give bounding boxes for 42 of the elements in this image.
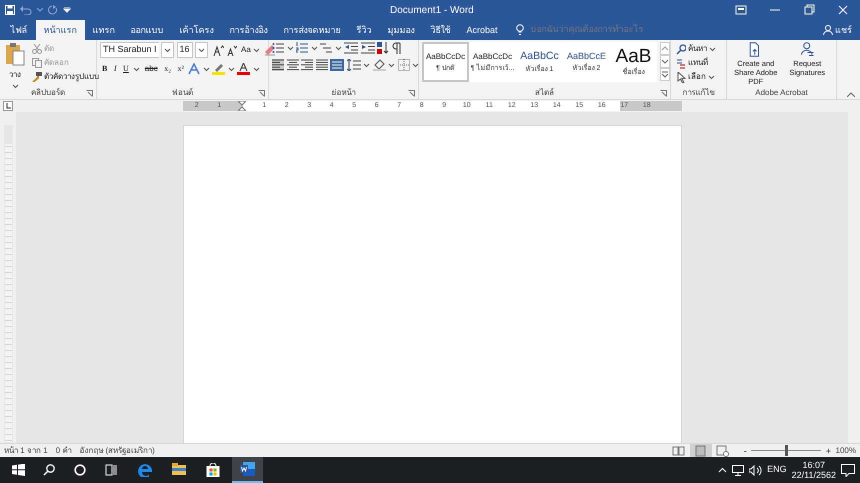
editing-button[interactable]: แทนที่	[674, 56, 723, 70]
ribbon-tab[interactable]: ไฟล์	[2, 20, 36, 40]
clock[interactable]: 16:07 22/11/2562	[792, 460, 836, 480]
font-name-field[interactable]: TH Sarabun I	[100, 42, 159, 58]
change-case-button[interactable]: Aa	[239, 43, 262, 57]
tell-me-field[interactable]: บอกฉันว่าคุณต้องการทำอะไร	[528, 22, 699, 38]
group-label: ย่อหน้า	[332, 87, 356, 99]
zoom-in-button[interactable]: +	[824, 444, 834, 458]
editing-button[interactable]: ค้นหา	[674, 42, 723, 56]
group-label: ฟอนต์	[172, 87, 193, 99]
ribbon-tab[interactable]: เค้าโครง	[172, 20, 222, 40]
group-label: Adobe Acrobat	[755, 87, 808, 99]
subscript-button[interactable]: x₂	[162, 62, 173, 76]
paste-button[interactable]: วาง	[3, 42, 27, 87]
strikethrough-button[interactable]: abc	[142, 62, 160, 76]
ribbon-tab[interactable]: รีวิว	[348, 20, 380, 40]
superscript-button[interactable]: x²	[176, 62, 186, 76]
ribbon-tab[interactable]: การอ้างอิง	[222, 20, 276, 40]
ribbon-tab[interactable]: มุมมอง	[380, 20, 422, 40]
ribbon-tab[interactable]: วิธีใช้	[422, 20, 458, 40]
group-label: สไตล์	[535, 87, 554, 99]
ribbon-tab[interactable]: Acrobat	[458, 20, 506, 40]
ribbon-tab[interactable]: ออกแบบ	[122, 20, 172, 40]
font-size-field[interactable]: 16	[176, 42, 193, 58]
editing-button[interactable]: เลือก	[674, 70, 723, 84]
zoom-out-button[interactable]: -	[742, 444, 749, 458]
italic-button[interactable]: I	[112, 62, 119, 76]
format-painter-button[interactable]: ตัวคัดวางรูปแบบ	[30, 70, 101, 84]
zoom-level[interactable]: 100%	[836, 444, 856, 456]
bold-button[interactable]: B	[100, 62, 110, 76]
group-label: คลิปบอร์ด	[31, 87, 65, 99]
page-count[interactable]: หน้า 1 จาก 1	[4, 444, 48, 456]
group-label: การแก้ไข	[682, 87, 714, 99]
ribbon-tab[interactable]: หน้าแรก	[36, 20, 84, 40]
word-count[interactable]: 0 คำ	[56, 444, 72, 456]
ribbon-tab[interactable]: แทรก	[84, 20, 122, 40]
ribbon-tab[interactable]: การส่งจดหมาย	[276, 20, 348, 40]
underline-button[interactable]: U	[121, 62, 131, 76]
input-language[interactable]: ENG	[767, 463, 787, 477]
share-button[interactable]: แชร์	[814, 20, 860, 40]
language-indicator[interactable]: อังกฤษ (สหรัฐอเมริกา)	[79, 444, 155, 456]
window-title: Document1 - Word	[390, 4, 475, 18]
